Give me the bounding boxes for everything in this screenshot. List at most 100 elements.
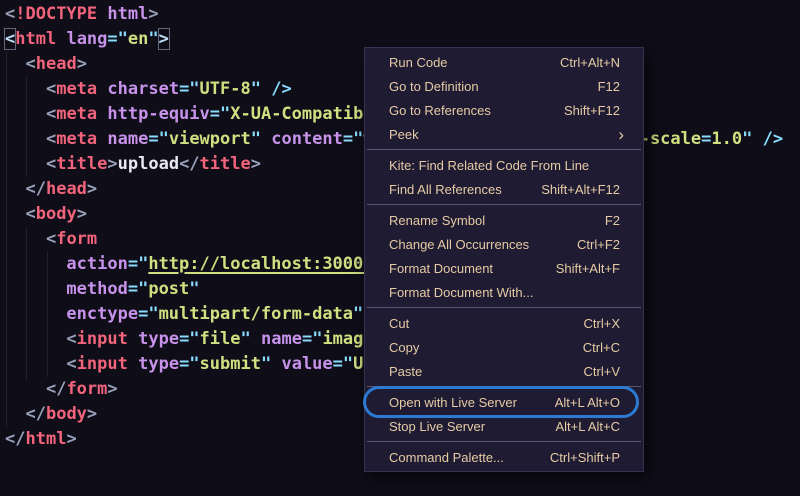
indent-guide: [6, 52, 7, 427]
code-token: [97, 129, 107, 149]
menu-item-kite-find-related-code-from-line[interactable]: Kite: Find Related Code From Line: [365, 153, 643, 177]
code-token: body: [36, 204, 77, 224]
code-token: [128, 354, 138, 374]
menu-separator: [367, 204, 641, 205]
code-token: title: [200, 154, 251, 174]
menu-item-label: Rename Symbol: [389, 213, 605, 228]
code-token: name: [261, 329, 302, 349]
code-token: >: [87, 179, 97, 199]
menu-item-peek[interactable]: Peek›: [365, 122, 643, 146]
menu-item-shortcut: F12: [598, 79, 620, 94]
code-token: content: [271, 129, 343, 149]
code-token: <: [66, 354, 76, 374]
code-token: [261, 129, 271, 149]
code-token: submit: [200, 354, 261, 374]
code-token: >: [159, 29, 169, 49]
menu-item-label: Peek: [389, 127, 618, 142]
code-token: </: [179, 154, 199, 174]
menu-item-run-code[interactable]: Run CodeCtrl+Alt+N: [365, 50, 643, 74]
code-token: =": [179, 354, 199, 374]
code-token: en: [128, 29, 148, 49]
code-token: [5, 254, 66, 274]
vscode-window: <!DOCTYPE html><html lang="en"> <head> <…: [0, 0, 800, 496]
code-token: =": [138, 304, 158, 324]
code-token: <: [46, 79, 56, 99]
code-token: ": [261, 354, 271, 374]
code-token: name: [107, 129, 148, 149]
menu-item-rename-symbol[interactable]: Rename SymbolF2: [365, 208, 643, 232]
code-token: >: [66, 429, 76, 449]
menu-item-open-with-live-server[interactable]: Open with Live ServerAlt+L Alt+O: [365, 390, 643, 414]
code-token: [5, 329, 66, 349]
menu-item-shortcut: Alt+L Alt+C: [555, 419, 620, 434]
menu-item-shortcut: Shift+Alt+F12: [541, 182, 620, 197]
menu-item-format-document-with[interactable]: Format Document With...: [365, 280, 643, 304]
code-token: <: [46, 154, 56, 174]
code-token: method: [66, 279, 127, 299]
menu-item-label: Cut: [389, 316, 584, 331]
code-token: 1.0: [711, 129, 742, 149]
code-token: >: [87, 404, 97, 424]
code-token: ": [189, 279, 199, 299]
code-token: lang: [66, 29, 107, 49]
menu-item-command-palette[interactable]: Command Palette...Ctrl+Shift+P: [365, 445, 643, 469]
menu-item-change-all-occurrences[interactable]: Change All OccurrencesCtrl+F2: [365, 232, 643, 256]
menu-item-shortcut: Alt+L Alt+O: [555, 395, 620, 410]
code-token: enctype: [66, 304, 138, 324]
code-token: html: [107, 4, 148, 24]
code-token: [56, 29, 66, 49]
code-token: />: [763, 129, 783, 149]
menu-item-label: Go to Definition: [389, 79, 598, 94]
code-token: </: [5, 429, 25, 449]
code-token: =": [302, 329, 322, 349]
code-token: >: [77, 54, 87, 74]
menu-item-paste[interactable]: PasteCtrl+V: [365, 359, 643, 383]
code-token: input: [77, 329, 128, 349]
code-token: title: [56, 154, 107, 174]
code-token: >: [148, 4, 158, 24]
code-token: [97, 104, 107, 124]
menu-item-label: Go to References: [389, 103, 564, 118]
menu-item-go-to-definition[interactable]: Go to DefinitionF12: [365, 74, 643, 98]
menu-separator: [367, 441, 641, 442]
code-token: type: [138, 354, 179, 374]
code-token: [5, 354, 66, 374]
code-token: http-equiv: [107, 104, 209, 124]
menu-item-shortcut: F2: [605, 213, 620, 228]
code-token: <: [25, 204, 35, 224]
code-token: </: [46, 379, 66, 399]
indent-guide: [47, 252, 48, 377]
code-token: [128, 329, 138, 349]
code-token: ": [742, 129, 752, 149]
code-token: [261, 79, 271, 99]
code-token: X-UA-Compatible: [230, 104, 384, 124]
code-token: ": [148, 29, 158, 49]
menu-separator: [367, 386, 641, 387]
code-token: [5, 279, 66, 299]
code-token: post: [148, 279, 189, 299]
code-token: form: [56, 229, 97, 249]
code-token: body: [46, 404, 87, 424]
code-token: viewport: [169, 129, 251, 149]
code-token: =": [148, 129, 168, 149]
menu-item-shortcut: Ctrl+Shift+P: [550, 450, 620, 465]
code-token: [5, 404, 25, 424]
code-token: head: [36, 54, 77, 74]
code-line: <!DOCTYPE html>: [5, 2, 783, 27]
code-token: [5, 304, 66, 324]
code-token: meta: [56, 129, 97, 149]
menu-item-stop-live-server[interactable]: Stop Live ServerAlt+L Alt+C: [365, 414, 643, 438]
code-token: action: [66, 254, 127, 274]
code-token: <: [25, 54, 35, 74]
menu-item-copy[interactable]: CopyCtrl+C: [365, 335, 643, 359]
menu-item-find-all-references[interactable]: Find All ReferencesShift+Alt+F12: [365, 177, 643, 201]
menu-item-label: Command Palette...: [389, 450, 550, 465]
menu-item-cut[interactable]: CutCtrl+X: [365, 311, 643, 335]
menu-item-format-document[interactable]: Format DocumentShift+Alt+F: [365, 256, 643, 280]
menu-item-label: Format Document With...: [389, 285, 620, 300]
menu-item-go-to-references[interactable]: Go to ReferencesShift+F12: [365, 98, 643, 122]
code-token: html: [15, 29, 56, 49]
menu-item-shortcut: Ctrl+Alt+N: [560, 55, 620, 70]
code-token: =": [333, 354, 353, 374]
code-token: =": [128, 254, 148, 274]
